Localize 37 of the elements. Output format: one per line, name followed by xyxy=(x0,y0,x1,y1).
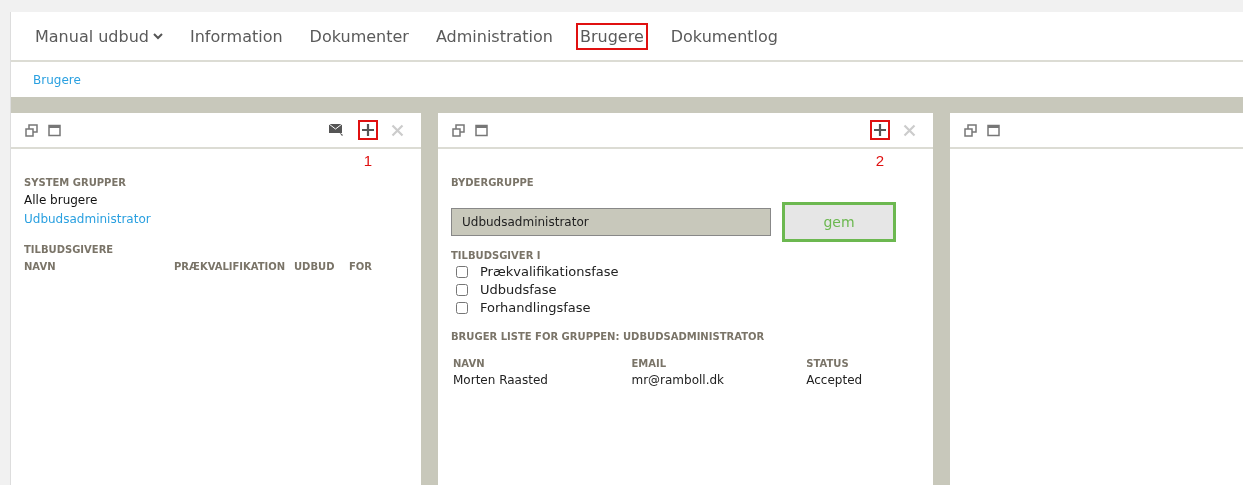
nav-tab[interactable]: Dokumenter xyxy=(305,22,413,50)
field-label: BYDERGRUPPE xyxy=(451,177,535,188)
maximize-window-icon[interactable] xyxy=(475,123,488,137)
column-header: STATUS xyxy=(805,357,850,371)
section-heading: TILBUDSGIVER I xyxy=(451,250,542,261)
maximize-window-icon[interactable] xyxy=(48,123,61,137)
checkbox-label: Udbudsfase xyxy=(480,282,557,297)
nav-tab[interactable]: Administration xyxy=(431,22,557,50)
column-header: NAVN xyxy=(24,261,57,272)
checkbox[interactable] xyxy=(456,265,468,278)
group-name-field[interactable]: Udbudsadministrator xyxy=(451,208,771,236)
checkbox[interactable] xyxy=(456,283,468,296)
column-header: PRÆKVALIFIKATION xyxy=(174,261,287,272)
restore-window-icon[interactable] xyxy=(25,123,38,137)
checkbox-label: Prækvalifikationsfase xyxy=(480,264,619,279)
column-header: EMAIL xyxy=(630,357,668,371)
restore-window-icon[interactable] xyxy=(964,123,977,137)
section-heading: BRUGER LISTE FOR GRUPPEN: UDBUDSADMINISTRATOR xyxy=(451,331,766,342)
table-cell-text: Accepted xyxy=(805,372,864,389)
nav-tab[interactable]: Manual udbud xyxy=(31,22,167,50)
checkbox-label: Forhandlingsfase xyxy=(480,300,591,315)
restore-window-icon[interactable] xyxy=(452,123,465,137)
group-item[interactable]: Alle brugere xyxy=(24,193,408,207)
checkbox[interactable] xyxy=(456,301,468,314)
table-cell-text: Morten Raasted xyxy=(452,372,549,389)
callout-number: 1 xyxy=(363,152,373,169)
callout-number: 2 xyxy=(875,152,885,169)
column-header: NAVN xyxy=(452,357,486,371)
column-header: UDBUD xyxy=(294,261,336,272)
maximize-window-icon[interactable] xyxy=(987,123,1000,137)
table-cell-text: mr@ramboll.dk xyxy=(630,372,726,389)
section-heading: TILBUDSGIVERE xyxy=(24,244,115,255)
nav-tab[interactable]: Information xyxy=(186,22,287,50)
nav-tab[interactable]: Brugere xyxy=(576,22,648,50)
column-header: FOR xyxy=(349,261,374,272)
nav-tab[interactable]: Dokumentlog xyxy=(666,22,782,50)
section-heading: SYSTEM GRUPPER xyxy=(24,177,127,188)
